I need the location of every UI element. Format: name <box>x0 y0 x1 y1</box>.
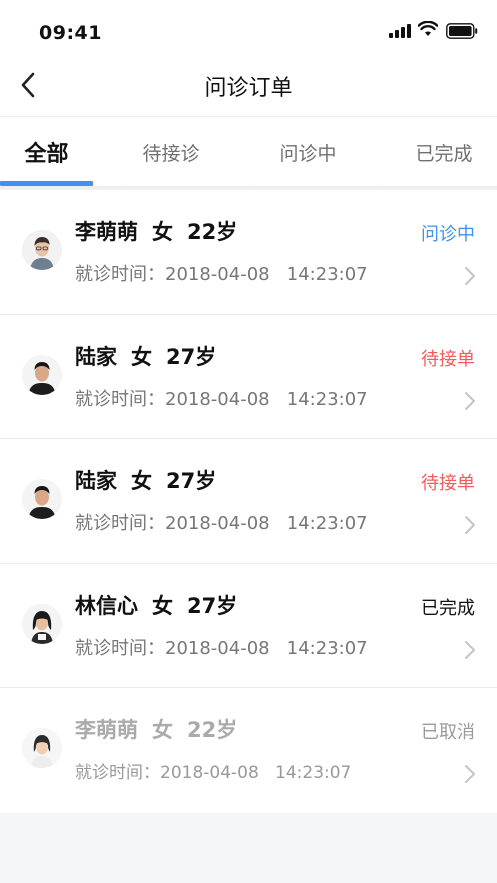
battery-icon <box>446 23 478 39</box>
wifi-icon <box>418 21 438 36</box>
order-list: 李萌萌女 22岁 就诊时间：2018-04-08 14:23:07 问诊中 陆家… <box>0 190 497 813</box>
order-row[interactable]: 李萌萌女 22岁 就诊时间：2018-04-08 14:23:07 已取消 <box>0 688 497 813</box>
patient-age: 27岁 <box>166 469 217 493</box>
patient-age: 27岁 <box>166 344 217 369</box>
visit-clock: 14:23:07 <box>286 388 368 410</box>
patient-name: 林信心 <box>75 593 138 618</box>
chevron-right-icon <box>465 516 475 534</box>
visit-time-label: 就诊时间： <box>75 388 165 410</box>
status-badge: 待接单 <box>421 473 475 494</box>
status-bar: 09:41 <box>0 0 497 60</box>
visit-date: 2018-04-08 <box>165 513 270 534</box>
visit-time: 就诊时间：2018-04-08 14:23:07 <box>75 758 351 783</box>
patient-info: 李萌萌女 22岁 <box>75 714 251 744</box>
status-badge: 问诊中 <box>421 224 475 245</box>
visit-time-label: 就诊时间： <box>75 637 165 659</box>
patient-gender: 女 <box>131 344 152 369</box>
patient-gender: 女 <box>152 593 173 618</box>
patient-info: 林信心女 27岁 <box>75 590 251 620</box>
avatar <box>22 354 62 395</box>
page-title: 问诊订单 <box>204 76 293 101</box>
avatar <box>22 230 62 270</box>
visit-time-label: 就诊时间： <box>75 763 160 783</box>
chevron-right-icon <box>465 391 475 410</box>
visit-time-label: 就诊时间： <box>75 264 165 285</box>
patient-name: 陆家 <box>75 344 117 369</box>
visit-date: 2018-04-08 <box>165 264 270 285</box>
order-row[interactable]: 陆家女 27岁 就诊时间：2018-04-08 14:23:07 待接单 <box>0 439 497 564</box>
patient-gender: 女 <box>131 469 152 493</box>
status-badge: 待接单 <box>421 348 475 370</box>
patient-info: 陆家女 27岁 <box>75 465 230 495</box>
visit-time: 就诊时间：2018-04-08 14:23:07 <box>75 634 368 660</box>
visit-date: 2018-04-08 <box>160 763 259 783</box>
patient-info: 李萌萌女 22岁 <box>75 216 251 246</box>
visit-time: 就诊时间：2018-04-08 14:23:07 <box>75 260 368 286</box>
patient-name: 陆家 <box>75 469 117 493</box>
visit-clock: 14:23:07 <box>275 763 352 783</box>
avatar <box>22 479 62 519</box>
avatar <box>22 728 62 768</box>
tab-pending[interactable]: 待接诊 <box>121 117 221 187</box>
screen: 09:41 问诊订单 全部 待接诊 问诊中 已完成 李萌萌 女 22岁 就诊时间… <box>0 0 497 883</box>
patient-name: 李萌萌 <box>75 718 138 742</box>
avatar <box>22 603 62 644</box>
patient-age: 27岁 <box>187 593 238 618</box>
nav-bar: 问诊订单 <box>0 60 497 116</box>
tab-all[interactable]: 全部 <box>0 117 93 187</box>
visit-date: 2018-04-08 <box>165 637 270 659</box>
status-time: 09:41 <box>39 22 102 44</box>
tab-in-consultation[interactable]: 问诊中 <box>258 117 358 187</box>
patient-age: 22岁 <box>187 718 238 742</box>
tab-completed[interactable]: 已完成 <box>394 117 494 187</box>
visit-clock: 14:23:07 <box>286 513 368 534</box>
chevron-right-icon <box>465 765 475 783</box>
cellular-signal-icon <box>389 24 411 38</box>
visit-date: 2018-04-08 <box>165 388 270 410</box>
patient-name: 李萌萌 <box>75 220 138 244</box>
order-row[interactable]: 李萌萌女 22岁 就诊时间：2018-04-08 14:23:07 问诊中 <box>0 190 497 315</box>
status-badge: 已取消 <box>421 722 475 743</box>
patient-info: 陆家女 27岁 <box>75 341 230 371</box>
tab-bar: 全部 待接诊 问诊中 已完成 <box>0 117 497 187</box>
chevron-right-icon <box>465 640 475 659</box>
patient-gender: 女 <box>152 220 173 244</box>
visit-clock: 14:23:07 <box>286 264 368 285</box>
patient-age: 22岁 <box>187 220 238 244</box>
visit-time: 就诊时间：2018-04-08 14:23:07 <box>75 385 368 411</box>
order-row[interactable]: 陆家女 27岁 就诊时间：2018-04-08 14:23:07 待接单 <box>0 315 497 439</box>
visit-clock: 14:23:07 <box>286 637 368 659</box>
patient-gender: 女 <box>152 718 173 742</box>
visit-time-label: 就诊时间： <box>75 513 165 534</box>
visit-time: 就诊时间：2018-04-08 14:23:07 <box>75 509 368 535</box>
chevron-right-icon <box>465 267 475 285</box>
status-badge: 已完成 <box>421 597 475 619</box>
order-row[interactable]: 林信心女 27岁 就诊时间：2018-04-08 14:23:07 已完成 <box>0 564 497 688</box>
